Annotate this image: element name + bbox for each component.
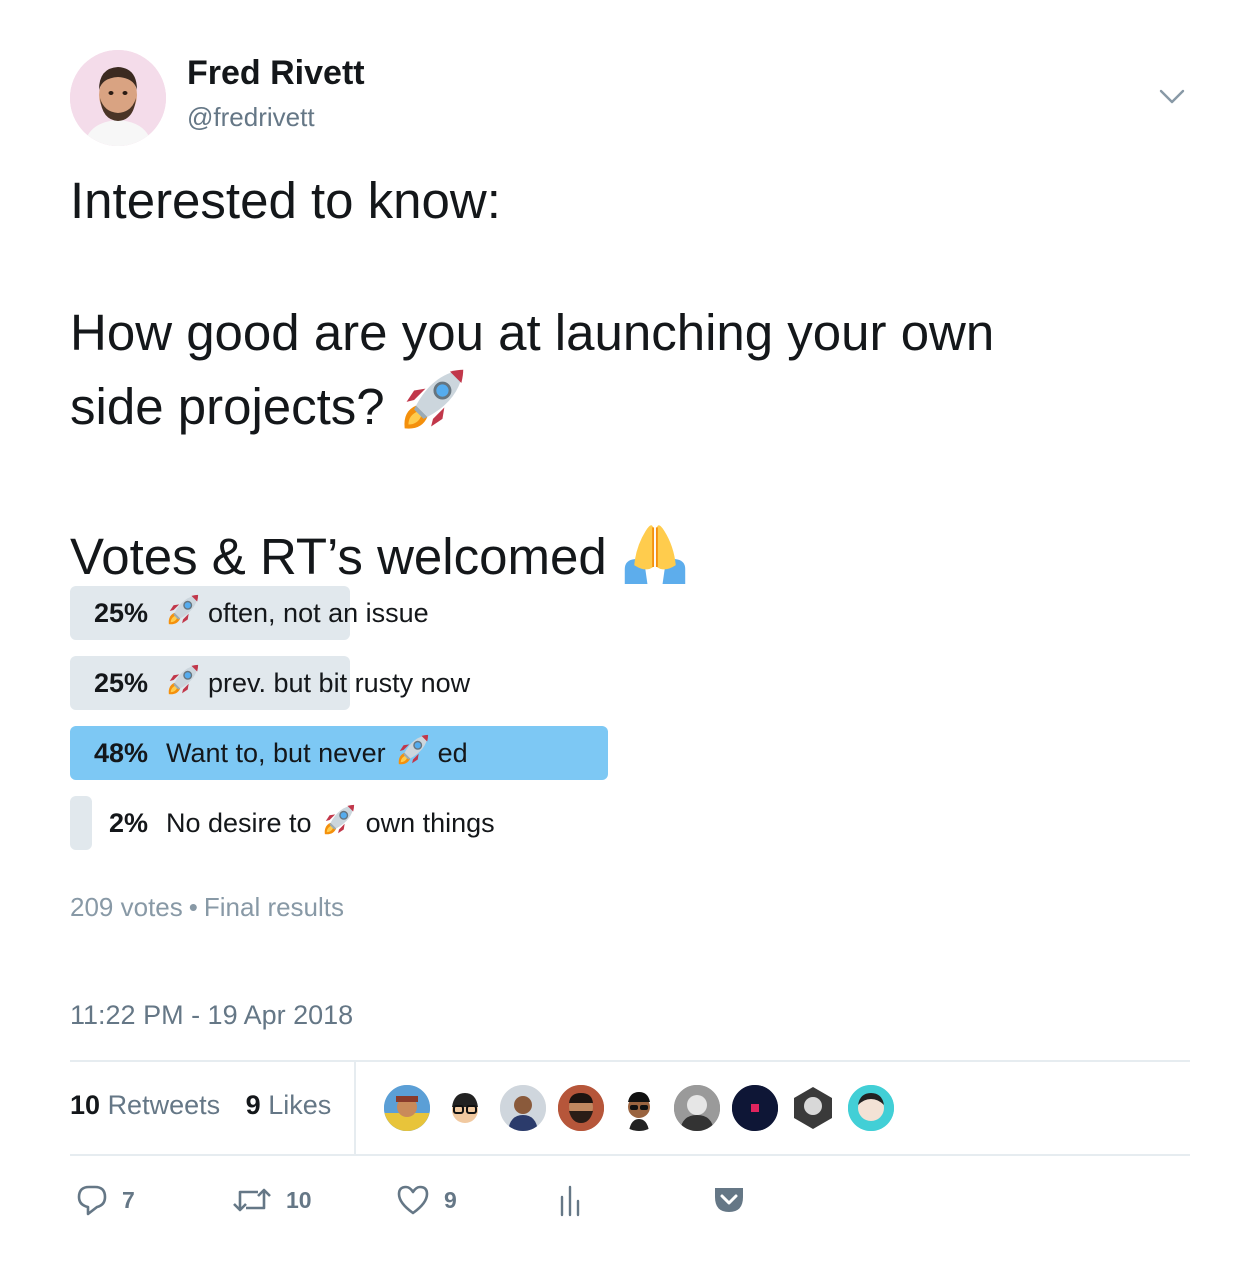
liker-avatar[interactable] <box>440 1083 490 1133</box>
retweets-label: Retweets <box>107 1090 221 1120</box>
tweet-line-1: Interested to know: <box>70 172 501 229</box>
tweet-stats: 10 Retweets 9 Likes <box>70 1090 331 1121</box>
poll-label-after: ed <box>437 737 468 768</box>
poll-percent: 2% <box>108 807 148 838</box>
liker-avatar[interactable] <box>730 1083 780 1133</box>
tweet-line-3-text: side projects? <box>70 378 385 435</box>
liker-avatar[interactable] <box>788 1083 838 1133</box>
reply-icon <box>77 1185 107 1216</box>
reply-button[interactable]: 7 <box>76 1178 135 1222</box>
poll-label-before: Want to, but never <box>166 737 386 768</box>
tweet-line-4-text: Votes & RT’s welcomed <box>70 528 607 585</box>
avatar[interactable] <box>70 50 166 146</box>
poll-percent: 25% <box>93 667 148 698</box>
poll-choice: 2% No desire to own things <box>70 796 630 850</box>
action-bar: 7 10 9 <box>70 1178 770 1222</box>
heart-icon <box>397 1185 429 1215</box>
likes-count: 9 <box>245 1090 261 1120</box>
rocket-emoji <box>396 733 430 774</box>
chevron-down-icon[interactable] <box>1157 84 1187 108</box>
tweet-text: Interested to know: How good are you at … <box>70 168 1180 600</box>
pocket-icon <box>715 1188 743 1212</box>
poll-percent: 25% <box>93 597 148 628</box>
divider <box>70 1060 1190 1062</box>
poll-choice: 25% often, not an issue <box>70 586 630 640</box>
tweet: Fred Rivett @fredrivett Interested to kn… <box>70 0 1190 1274</box>
poll: 25% often, not an issue 25% prev. but bi… <box>70 586 630 866</box>
poll-votes: 209 votes <box>70 892 183 922</box>
reply-count: 7 <box>122 1186 135 1213</box>
retweets-stat[interactable]: 10 Retweets <box>70 1090 220 1120</box>
likes-stat[interactable]: 9 Likes <box>246 1090 332 1120</box>
poll-percent: 48% <box>93 737 148 768</box>
likes-label: Likes <box>268 1090 332 1120</box>
like-button[interactable]: 9 <box>396 1178 457 1222</box>
poll-label-after: often, not an issue <box>208 597 429 628</box>
poll-meta: 209 votes • Final results <box>70 892 344 923</box>
user-name[interactable]: Fred Rivett <box>187 54 365 93</box>
analytics-button[interactable] <box>558 1178 582 1222</box>
liker-avatar[interactable] <box>614 1083 664 1133</box>
divider <box>70 1154 1190 1156</box>
rocket-emoji <box>399 366 467 450</box>
poll-label-before: No desire to <box>166 807 312 838</box>
liker-avatar[interactable] <box>498 1083 548 1133</box>
folded-hands-emoji <box>621 516 689 600</box>
rocket-emoji <box>166 663 200 704</box>
divider <box>354 1061 356 1155</box>
liker-avatar[interactable] <box>556 1083 606 1133</box>
analytics-icon <box>560 1185 580 1217</box>
retweet-button[interactable]: 10 <box>232 1178 312 1222</box>
like-count: 9 <box>444 1186 457 1213</box>
rocket-emoji <box>166 593 200 634</box>
retweets-count: 10 <box>70 1090 101 1120</box>
tweet-timestamp[interactable]: 11:22 PM - 19 Apr 2018 <box>70 1000 353 1031</box>
liker-avatar[interactable] <box>846 1083 896 1133</box>
tweet-line-2: How good are you at launching your own <box>70 304 995 361</box>
poll-status: Final results <box>203 892 345 922</box>
retweet-count: 10 <box>286 1186 312 1213</box>
poll-label-after: prev. but bit rusty now <box>208 667 471 698</box>
tweet-line-3: side projects? <box>70 366 1180 450</box>
poll-choice-winner: 48% Want to, but never ed <box>70 726 630 780</box>
poll-choice: 25% prev. but bit rusty now <box>70 656 630 710</box>
retweet-icon <box>233 1188 271 1212</box>
rocket-emoji <box>322 803 356 844</box>
poll-label-after: own things <box>365 807 495 838</box>
liker-avatar[interactable] <box>382 1083 432 1133</box>
liker-avatar[interactable] <box>672 1083 722 1133</box>
pocket-button[interactable] <box>712 1178 746 1222</box>
user-handle[interactable]: @fredrivett <box>187 102 315 133</box>
poll-separator: • <box>188 892 198 922</box>
